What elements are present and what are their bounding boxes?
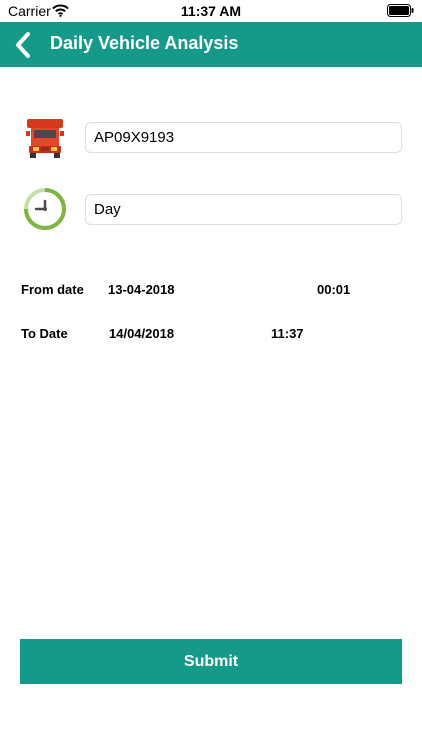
clock-icon [24,188,66,230]
from-time-value[interactable]: 00:01 [317,282,350,297]
submit-button[interactable]: Submit [20,639,402,684]
back-button[interactable] [8,28,38,61]
chevron-left-icon [16,31,30,58]
nav-bar: Daily Vehicle Analysis [0,22,422,67]
to-time-value[interactable]: 11:37 [271,326,304,341]
battery-icon [387,4,414,17]
to-date-label: To Date [21,326,68,341]
status-bar: Carrier 11:37 AM [0,0,422,22]
to-date-value[interactable]: 14/04/2018 [109,326,174,341]
status-time: 11:37 AM [180,3,242,19]
from-date-label: From date [21,282,84,297]
from-date-value[interactable]: 13-04-2018 [108,282,175,297]
page-title: Daily Vehicle Analysis [50,33,239,53]
vehicle-number-field[interactable] [85,122,402,153]
truck-icon [26,119,64,158]
period-field[interactable] [85,194,402,225]
